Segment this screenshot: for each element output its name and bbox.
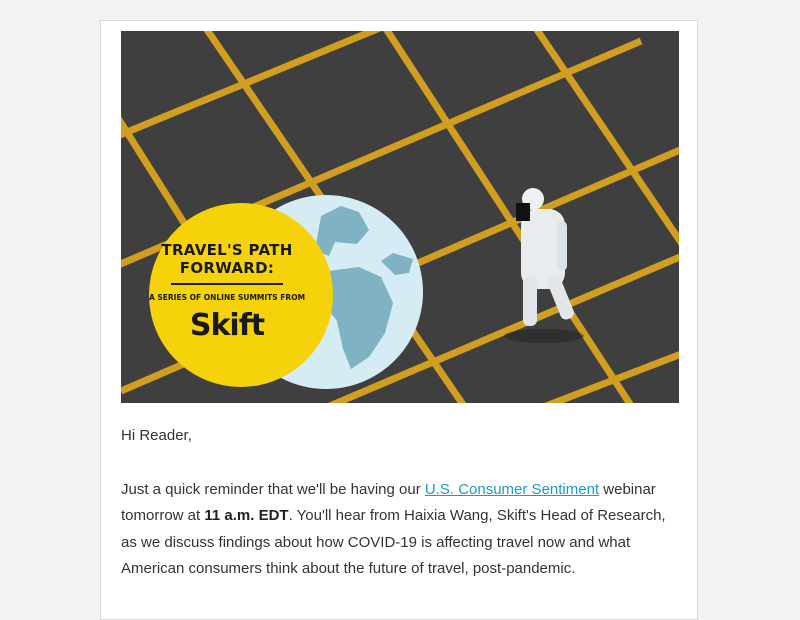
summit-subtitle: A SERIES OF ONLINE SUMMITS FROM bbox=[148, 293, 306, 302]
email-body: Hi Reader, Just a quick reminder that we… bbox=[121, 423, 679, 583]
summit-badge: TRAVEL'S PATH FORWARD: A SERIES OF ONLIN… bbox=[147, 203, 307, 383]
paragraph-text-intro: Just a quick reminder that we'll be havi… bbox=[121, 480, 425, 498]
greeting: Hi Reader, bbox=[121, 427, 192, 444]
webinar-link[interactable]: U.S. Consumer Sentiment bbox=[425, 481, 599, 498]
email-card: TRAVEL'S PATH FORWARD: A SERIES OF ONLIN… bbox=[100, 20, 698, 620]
hero-banner-image: TRAVEL'S PATH FORWARD: A SERIES OF ONLIN… bbox=[121, 31, 679, 403]
summit-title: TRAVEL'S PATH FORWARD: bbox=[161, 241, 293, 277]
skift-logo: Skift bbox=[189, 308, 265, 343]
webinar-time: 11 a.m. EDT bbox=[204, 507, 289, 524]
badge-divider bbox=[171, 283, 283, 285]
reminder-paragraph: Just a quick reminder that we'll be havi… bbox=[121, 477, 679, 583]
